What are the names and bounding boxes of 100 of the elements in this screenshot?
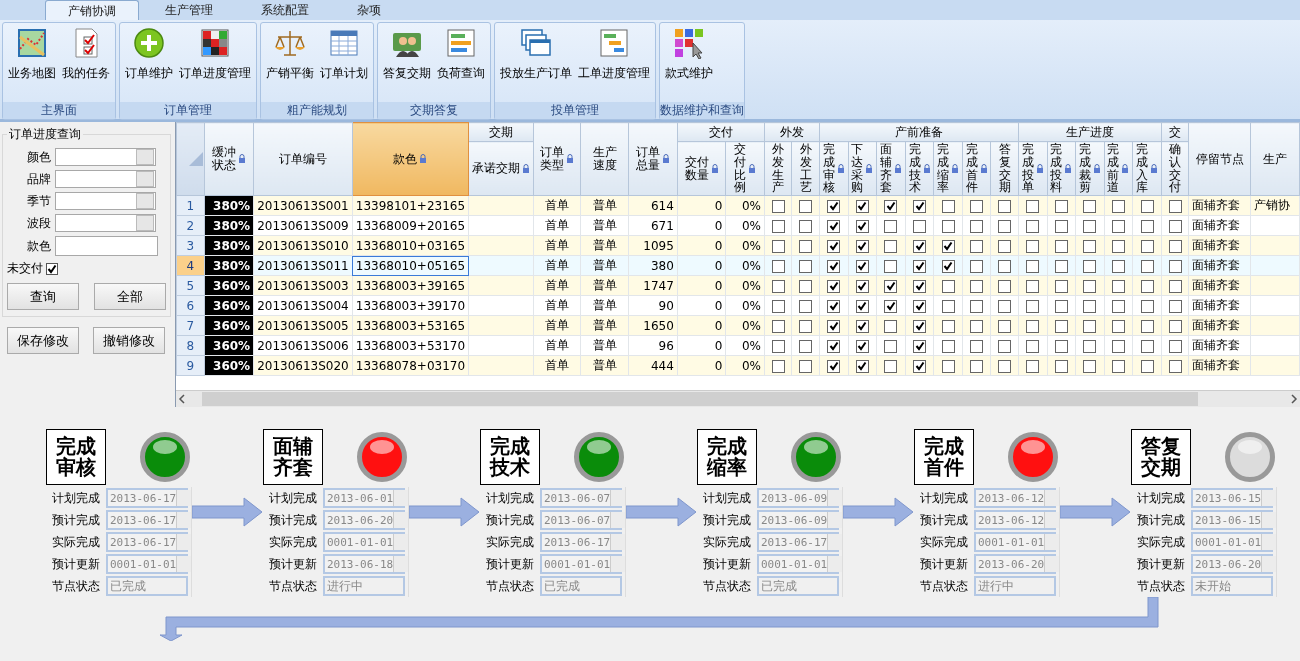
checkbox[interactable] [1054,219,1068,233]
ribbon-button[interactable]: 答复交期 [381,25,433,100]
checkbox[interactable] [1054,239,1068,253]
checkbox[interactable] [1168,219,1182,233]
checkbox[interactable] [1112,259,1125,273]
checkbox[interactable] [941,219,955,233]
checkbox[interactable] [827,299,841,313]
checkbox[interactable] [1026,239,1040,253]
checkbox[interactable] [1168,359,1182,373]
checkbox[interactable] [970,319,984,333]
checkbox[interactable] [913,279,926,293]
horizontal-scrollbar[interactable] [175,390,1300,407]
ribbon-button[interactable]: 投放生产订单 [498,25,574,100]
column-header[interactable]: 订单编号 [253,122,353,196]
checkbox[interactable] [970,199,984,213]
checkbox[interactable] [1054,279,1068,293]
checkbox[interactable] [855,239,869,253]
checkbox[interactable] [884,359,898,373]
column-header[interactable]: 订单总量 [628,122,678,196]
row-number[interactable]: 7 [176,315,205,336]
checkbox[interactable] [771,359,785,373]
checkbox[interactable] [1112,339,1125,353]
checkbox[interactable] [827,219,841,233]
checkbox[interactable] [941,239,955,253]
checkbox[interactable] [1026,339,1040,353]
ribbon-button[interactable]: 我的任务 [60,25,112,100]
checkbox[interactable] [913,219,926,233]
ribbon-button[interactable]: 业务地图 [6,25,58,100]
checkbox[interactable] [1168,299,1182,313]
checkbox[interactable] [1168,319,1182,333]
checkbox[interactable] [998,299,1012,313]
checkbox[interactable] [827,359,841,373]
checkbox[interactable] [771,199,785,213]
checkbox[interactable] [1054,319,1068,333]
column-header[interactable]: 生产速度 [580,122,629,196]
row-number[interactable]: 6 [176,295,205,316]
ribbon-button[interactable]: 产销平衡 [264,25,316,100]
checkbox[interactable] [1112,199,1125,213]
checkbox[interactable] [998,199,1012,213]
row-number[interactable]: 8 [176,335,205,356]
checkbox[interactable] [1140,359,1154,373]
checkbox[interactable] [771,239,785,253]
checkbox[interactable] [1083,319,1097,333]
checkbox[interactable] [941,339,955,353]
checkbox[interactable] [1140,239,1154,253]
checkbox[interactable] [1054,339,1068,353]
checkbox[interactable] [855,199,869,213]
dropdown-field[interactable] [55,192,156,210]
checkbox[interactable] [998,339,1012,353]
checkbox[interactable] [1140,259,1154,273]
checkbox[interactable] [1026,259,1040,273]
ribbon-tab[interactable]: 系统配置 [239,0,331,20]
ribbon-button[interactable]: 款式维护 [663,25,715,100]
checkbox[interactable] [1112,359,1125,373]
row-number[interactable]: 5 [176,275,205,296]
checkbox[interactable] [1083,199,1097,213]
column-header[interactable]: 订单类型 [533,122,581,196]
dropdown-field[interactable] [55,214,156,232]
checkbox[interactable] [771,259,785,273]
checkbox[interactable] [855,259,869,273]
checkbox[interactable] [913,259,926,273]
dropdown-field[interactable] [55,170,156,188]
checkbox[interactable] [771,279,785,293]
checkbox[interactable] [827,279,841,293]
checkbox[interactable] [827,199,841,213]
checkbox[interactable] [855,299,869,313]
checkbox[interactable] [998,319,1012,333]
checkbox[interactable] [970,239,984,253]
checkbox[interactable] [799,339,813,353]
column-header[interactable]: 承诺交期 [468,141,534,196]
checkbox[interactable] [913,359,926,373]
row-number[interactable]: 1 [176,195,205,216]
checkbox[interactable] [884,279,898,293]
checkbox[interactable] [1083,339,1097,353]
checkbox[interactable] [827,319,841,333]
checkbox[interactable] [1112,279,1125,293]
checkbox[interactable] [1026,319,1040,333]
checkbox[interactable] [884,199,898,213]
checkbox[interactable] [1168,199,1182,213]
ribbon-tab[interactable]: 产销协调 [45,0,139,20]
checkbox[interactable] [771,339,785,353]
checkbox[interactable] [1112,299,1125,313]
column-header[interactable]: 生产 [1250,122,1300,196]
checkbox[interactable] [1026,279,1040,293]
checkbox[interactable] [1140,219,1154,233]
checkbox[interactable] [998,259,1012,273]
column-header[interactable]: 完成技术 [905,141,934,196]
checkbox[interactable] [970,259,984,273]
checkbox[interactable] [827,239,841,253]
ribbon-button[interactable]: 负荷查询 [435,25,487,100]
checkbox[interactable] [1168,279,1182,293]
checkbox[interactable] [941,199,955,213]
checkbox[interactable] [827,339,841,353]
checkbox[interactable] [1083,299,1097,313]
checkbox[interactable] [1140,319,1154,333]
column-header[interactable]: 下达采购 [848,141,877,196]
checkbox[interactable] [884,319,898,333]
ribbon-tab[interactable]: 生产管理 [143,0,235,20]
checkbox[interactable] [884,259,898,273]
column-header[interactable]: 完成投料 [1047,141,1076,196]
